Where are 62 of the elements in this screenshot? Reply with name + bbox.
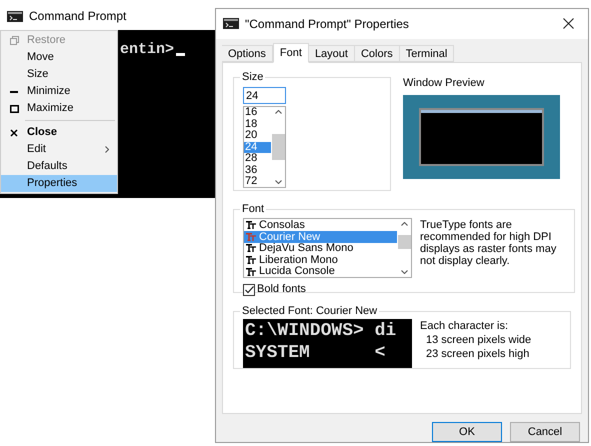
size-list[interactable]: 16 18 20 24 28 36 72: [243, 106, 286, 188]
chevron-down-icon[interactable]: [400, 270, 408, 274]
info-text: 13 screen pixels wide: [425, 333, 532, 348]
tab[interactable]: Options: [222, 44, 273, 62]
menu-item[interactable]: Maximize: [1, 100, 117, 124]
truetype-icon: [246, 221, 256, 230]
list-item[interactable]: Consolas: [244, 219, 397, 232]
menu-item[interactable]: Defaults: [1, 158, 117, 175]
info-text: Each character is:: [420, 319, 510, 334]
tab[interactable]: Font: [272, 42, 309, 63]
sample-text: SYSTEM <: [245, 343, 386, 364]
minimize-icon: [10, 90, 18, 92]
close-icon[interactable]: [563, 18, 574, 30]
chevron-up-icon[interactable]: [274, 110, 282, 114]
maximize-icon: [10, 104, 18, 112]
list-item[interactable]: Liberation Mono: [244, 254, 397, 266]
group-label: Size: [241, 70, 264, 85]
tab[interactable]: Colors: [354, 44, 400, 62]
truetype-icon: [246, 232, 256, 241]
window-title: Command Prompt: [29, 8, 126, 25]
list-item[interactable]: 20: [244, 130, 271, 142]
list-item[interactable]: DejaVu Sans Mono: [244, 242, 397, 254]
list-item[interactable]: Lucida Console: [244, 266, 397, 278]
checkbox[interactable]: [243, 284, 255, 296]
group-label: Selected Font: Courier New: [241, 304, 378, 319]
truetype-icon: [246, 268, 256, 276]
info-text: 23 screen pixels high: [425, 347, 530, 362]
group-label: Font: [241, 202, 266, 217]
menu-item[interactable]: Edit: [1, 141, 117, 158]
menu-item[interactable]: Minimize: [1, 83, 117, 100]
close-icon: [10, 128, 18, 136]
menu-item[interactable]: Move: [1, 49, 117, 66]
restore-icon: [10, 36, 18, 45]
list-item[interactable]: 18: [244, 118, 271, 130]
truetype-icon: [246, 256, 256, 264]
chevron-up-icon[interactable]: [400, 222, 408, 226]
list-item[interactable]: 72: [244, 176, 271, 188]
menu-item[interactable]: Properties: [1, 175, 117, 192]
menu-item[interactable]: Close: [1, 124, 117, 141]
chevron-right-icon: [105, 146, 109, 153]
tab[interactable]: Terminal: [400, 44, 454, 62]
sample-text: C:\WINDOWS> di: [245, 321, 398, 342]
list-item[interactable]: 36: [244, 164, 271, 176]
tab[interactable]: Layout: [308, 44, 355, 62]
console-text: entin>: [120, 42, 174, 57]
preview-label: Window Preview: [403, 76, 486, 91]
truetype-icon: [246, 244, 256, 252]
check-icon: [244, 286, 254, 294]
chevron-down-icon[interactable]: [274, 180, 282, 184]
font-note: TrueType fonts are recommended for high DPI displays as raster fonts may not display clearly.: [420, 218, 558, 270]
menu-item[interactable]: Size: [1, 66, 117, 83]
dialog-button[interactable]: Cancel: [510, 422, 580, 442]
font-list[interactable]: Consolas Courier New DejaVu Sans Mono Liberation Mono Lucida Console: [243, 218, 412, 278]
dialog-button[interactable]: OK: [432, 422, 502, 442]
text-cursor: [176, 53, 186, 56]
size-input[interactable]: 24: [243, 87, 286, 104]
console-icon: [7, 10, 23, 22]
console-icon: [223, 18, 239, 30]
list-item[interactable]: 16: [244, 107, 271, 119]
list-item[interactable]: 28: [244, 153, 271, 165]
dialog-title: "Command Prompt" Properties: [245, 16, 410, 33]
checkbox-label[interactable]: Bold fonts: [257, 281, 306, 298]
